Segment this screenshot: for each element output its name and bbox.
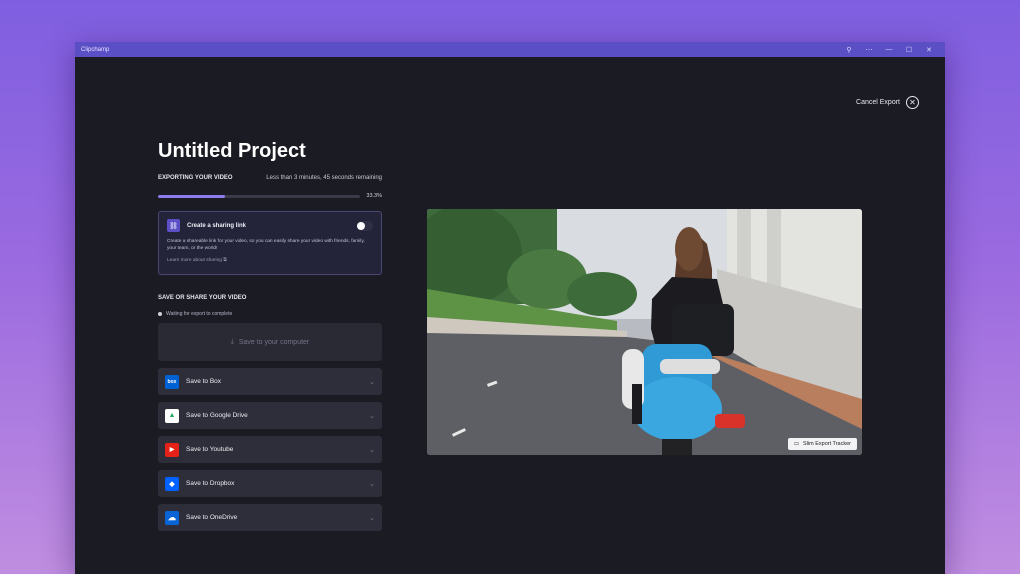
export-progress: 33.3% bbox=[158, 193, 382, 199]
destination-label: Save to Youtube bbox=[186, 446, 234, 453]
pin-icon[interactable]: ⚲ bbox=[839, 46, 859, 54]
app-window: Clipchamp ⚲ ⋯ — ☐ ✕ Cancel Export ✕ Unti… bbox=[75, 42, 945, 574]
page-title: Untitled Project bbox=[158, 140, 306, 162]
destination-label: Save to Google Drive bbox=[186, 412, 248, 419]
sharing-link-description: Create a shareable link for your video, … bbox=[167, 239, 365, 251]
toggle-knob bbox=[357, 221, 365, 230]
chevron-down-icon: ⌄ bbox=[369, 480, 375, 488]
dropbox-icon: ◆ bbox=[165, 476, 179, 491]
save-to-computer-button[interactable]: ⤓ Save to your computer bbox=[158, 323, 382, 361]
external-link-icon: ⧉ bbox=[223, 258, 227, 263]
learn-more-label: Learn more about sharing bbox=[167, 258, 222, 263]
save-to-box-button[interactable]: box Save to Box ⌄ bbox=[158, 368, 382, 395]
lock-share-icon: ⛓ bbox=[167, 219, 180, 232]
save-to-onedrive-button[interactable]: ☁ Save to OneDrive ⌄ bbox=[158, 504, 382, 531]
slim-export-tracker-label: Slim Export Tracker bbox=[803, 441, 851, 447]
app-name: Clipchamp bbox=[81, 46, 110, 53]
youtube-icon: ▶ bbox=[165, 442, 179, 457]
save-to-dropbox-button[interactable]: ◆ Save to Dropbox ⌄ bbox=[158, 470, 382, 497]
destination-label: Save to Dropbox bbox=[186, 480, 235, 487]
picture-in-picture-icon: ▭ bbox=[793, 441, 800, 447]
slim-export-tracker-button[interactable]: ▭ Slim Export Tracker bbox=[787, 438, 857, 450]
chevron-down-icon: ⌄ bbox=[369, 412, 375, 420]
progress-percent: 33.3% bbox=[366, 193, 382, 199]
box-icon: box bbox=[165, 374, 179, 389]
sharing-link-header: ⛓ Create a sharing link bbox=[167, 219, 373, 232]
sharing-link-toggle[interactable] bbox=[357, 220, 373, 231]
save-to-youtube-button[interactable]: ▶ Save to Youtube ⌄ bbox=[158, 436, 382, 463]
google-drive-icon: ▲ bbox=[165, 408, 179, 423]
sharing-link-title: Create a sharing link bbox=[187, 222, 247, 229]
save-section-title: SAVE OR SHARE YOUR VIDEO bbox=[158, 295, 247, 301]
more-options-icon[interactable]: ⋯ bbox=[859, 46, 879, 54]
waiting-status: Waiting for export to complete bbox=[158, 311, 232, 317]
time-remaining: Less than 3 minutes, 45 seconds remainin… bbox=[266, 175, 382, 181]
close-circle-icon: ✕ bbox=[906, 96, 919, 109]
title-bar: Clipchamp ⚲ ⋯ — ☐ ✕ bbox=[75, 42, 945, 57]
learn-more-link[interactable]: Learn more about sharing ⧉ bbox=[167, 257, 373, 263]
export-screen: Cancel Export ✕ Untitled Project EXPORTI… bbox=[75, 57, 945, 574]
progress-track bbox=[158, 194, 361, 198]
sharing-link-card: ⛓ Create a sharing link Create a shareab… bbox=[158, 211, 382, 275]
destination-label: Save to Box bbox=[186, 378, 222, 385]
cancel-export-button[interactable]: Cancel Export ✕ bbox=[856, 96, 919, 109]
save-to-google-drive-button[interactable]: ▲ Save to Google Drive ⌄ bbox=[158, 402, 382, 429]
download-icon: ⤓ bbox=[230, 338, 234, 345]
export-label: EXPORTING YOUR VIDEO bbox=[158, 175, 233, 181]
destination-label: Save to OneDrive bbox=[186, 514, 238, 521]
progress-fill bbox=[158, 194, 226, 198]
export-status-row: EXPORTING YOUR VIDEO Less than 3 minutes… bbox=[158, 175, 382, 181]
cancel-export-label: Cancel Export bbox=[856, 99, 900, 106]
close-icon[interactable]: ✕ bbox=[919, 46, 939, 54]
chevron-down-icon: ⌄ bbox=[369, 446, 375, 454]
video-frame bbox=[427, 209, 862, 455]
maximize-icon[interactable]: ☐ bbox=[899, 46, 919, 54]
minimize-icon[interactable]: — bbox=[879, 46, 899, 53]
video-preview: ▭ Slim Export Tracker bbox=[427, 209, 862, 455]
onedrive-icon: ☁ bbox=[165, 510, 179, 525]
chevron-down-icon: ⌄ bbox=[369, 514, 375, 522]
status-dot-icon bbox=[158, 312, 162, 316]
save-to-computer-label: Save to your computer bbox=[238, 338, 310, 346]
chevron-down-icon: ⌄ bbox=[369, 378, 375, 386]
waiting-text: Waiting for export to complete bbox=[166, 311, 233, 317]
